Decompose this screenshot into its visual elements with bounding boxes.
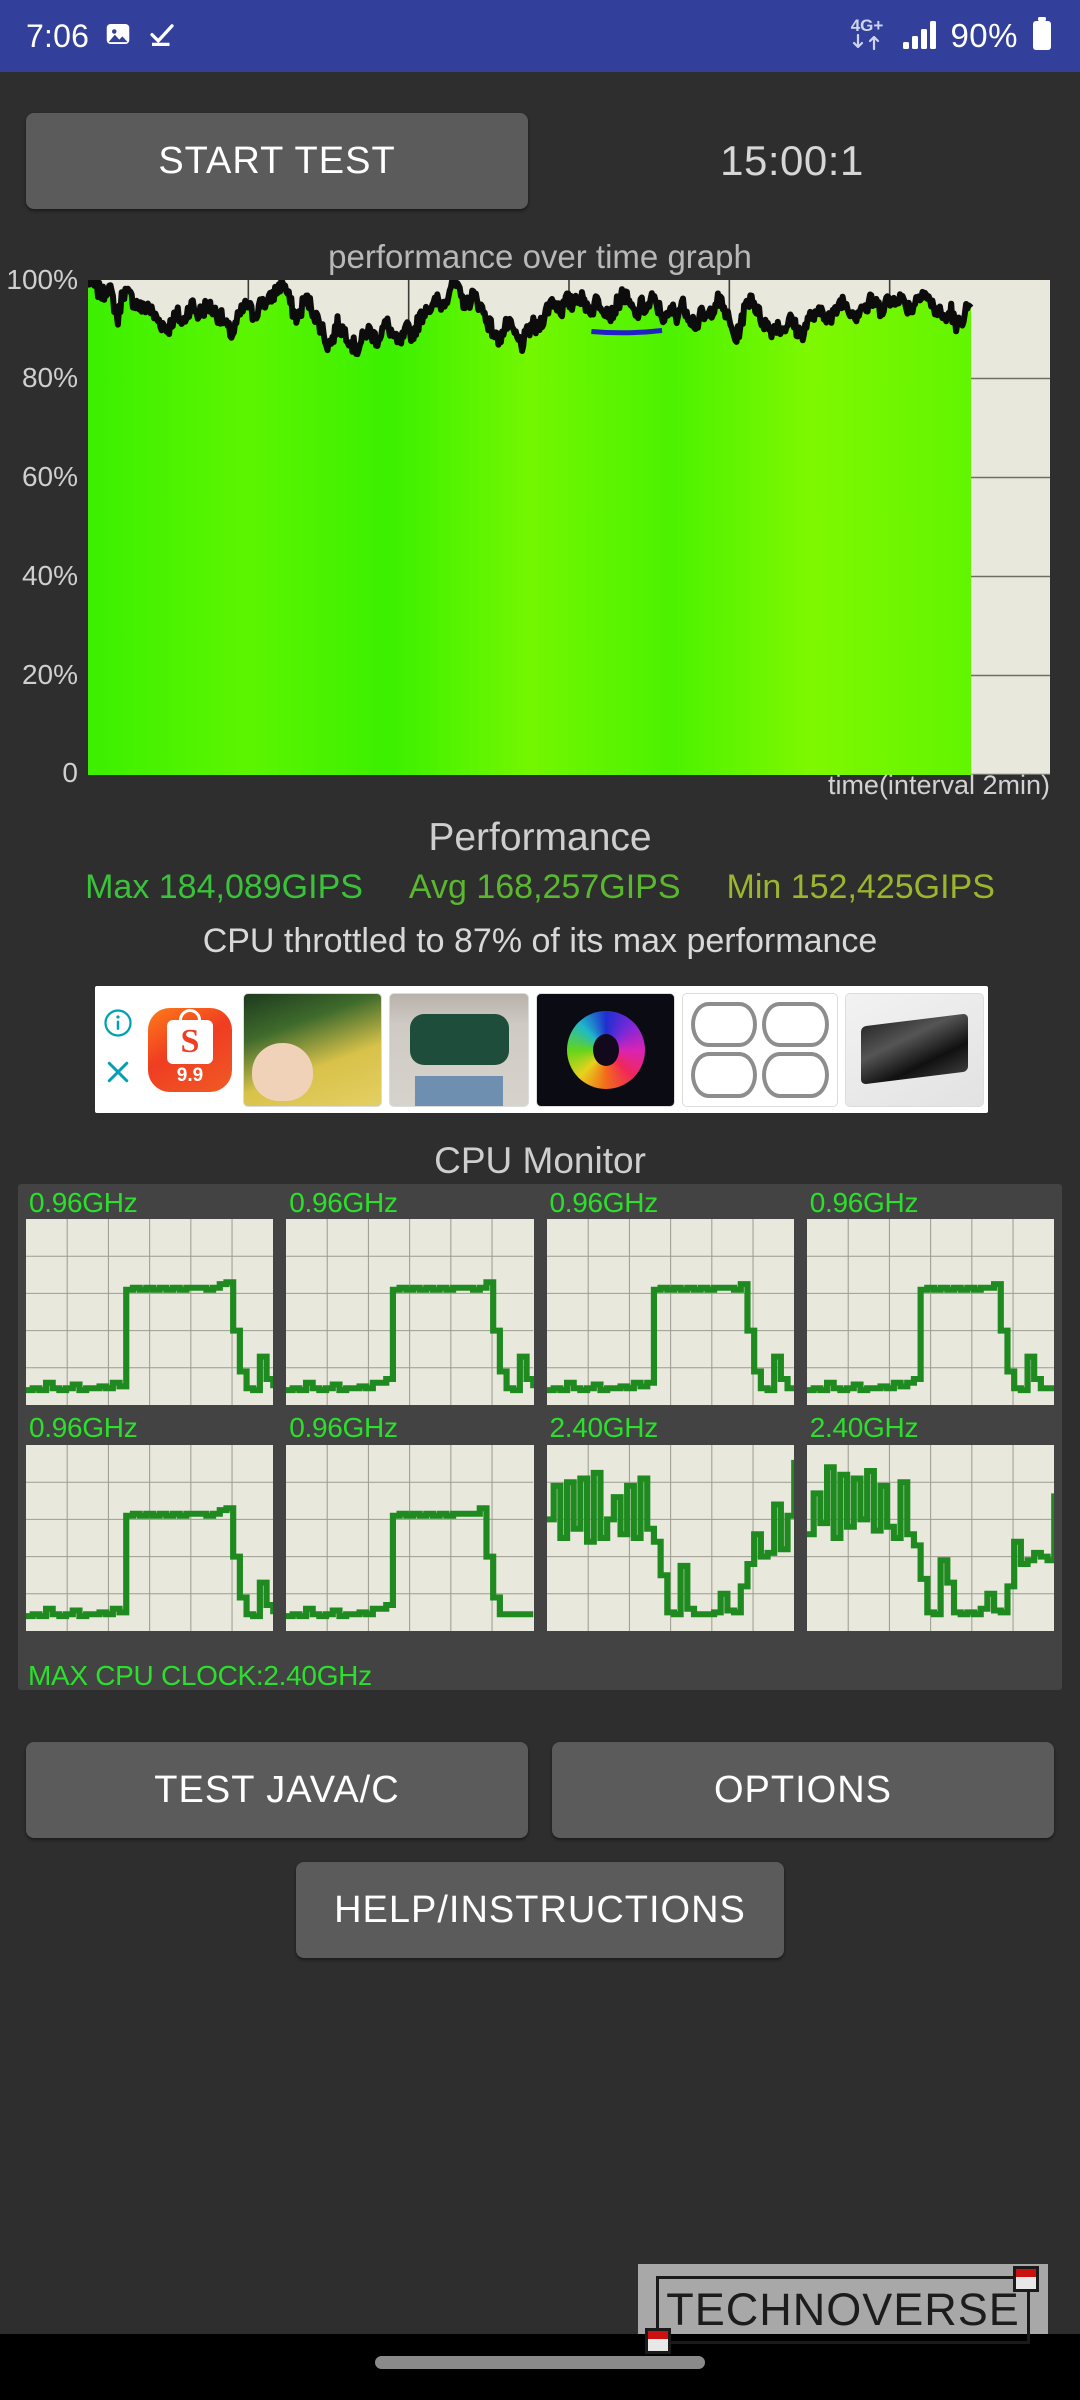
cpu-monitor-panel: 0.96GHz 0.96GHz 0.96GHz 0.96GHz 0.96GHz … [18,1184,1062,1691]
cpu-core-2-graph [286,1219,537,1406]
watermark: TECHNOVERSE [638,2264,1048,2356]
cpu-core-6-graph [286,1444,534,1631]
home-gesture-pill[interactable] [375,2356,705,2369]
countdown-timer: 15:00:1 [720,137,864,184]
download-complete-icon [147,19,177,54]
shopee-brand-letter: S [180,1023,200,1060]
max-gips-value: Max 184,089GIPS [85,868,363,906]
rgb-fan-icon [566,1010,645,1089]
clock: 7:06 [26,17,90,54]
cpu-core-3-frequency: 0.96GHz [549,1187,659,1218]
cpu-core-4-frequency: 0.96GHz [809,1187,919,1218]
y-tick-80: 80% [21,362,78,393]
test-java-c-button[interactable]: TEST JAVA/C [26,1742,528,1838]
throttle-status-text: CPU throttled to 87% of its max performa… [202,922,878,960]
y-tick-20: 20% [21,659,78,690]
image-icon [103,19,133,54]
battery-full-icon [1030,16,1054,57]
y-tick-100: 100% [6,264,78,295]
info-circle-icon[interactable] [103,1008,133,1043]
performance-over-time-graph: 100% 80% 60% 40% 20% 0 [0,264,1080,788]
x-axis-label: time(interval 2min) [827,770,1050,800]
cpu-core-grid-row-2: 0.96GHz 0.96GHz 2.40GHz 2.40GHz [26,1412,1058,1631]
close-x-icon[interactable] [103,1057,133,1092]
ad-controls [95,986,141,1113]
cpu-core-1: 0.96GHz [26,1187,277,1406]
ad-banner[interactable]: S 9.9 [95,986,988,1113]
cpu-core-2: 0.96GHz [286,1187,537,1406]
y-tick-60: 60% [21,461,78,492]
start-test-button[interactable]: START TEST [26,113,528,209]
ad-thumb-1[interactable] [243,992,383,1107]
signal-bars-icon [902,18,938,55]
ad-thumb-4[interactable] [682,992,838,1107]
advertiser-logo[interactable]: S 9.9 [141,986,239,1113]
ad-thumb-3[interactable] [535,992,676,1107]
cpu-core-8-frequency: 2.40GHz [809,1412,919,1444]
ad-thumb-5[interactable] [844,992,985,1107]
cpu-monitor-heading: CPU Monitor [434,1140,646,1181]
cpu-core-2-frequency: 0.96GHz [289,1187,398,1218]
cpu-core-3: 0.96GHz [546,1187,794,1406]
app-screen: 7:06 4G+ 90% START TEST 15:00:1 performa… [0,0,1080,2400]
cpu-core-3-graph [546,1219,794,1406]
earbud-pod-1 [691,1001,758,1047]
cpu-core-grid-row-1: 0.96GHz 0.96GHz 0.96GHz 0.96GHz [26,1187,1054,1406]
ad-thumb-2[interactable] [389,992,529,1107]
options-button[interactable]: OPTIONS [552,1742,1054,1838]
cpu-core-5-graph [26,1444,277,1631]
cpu-core-4-graph [806,1219,1054,1406]
graph-plot-area [85,277,1050,776]
earbud-pod-3 [691,1052,758,1098]
max-cpu-clock-label: MAX CPU CLOCK:2.40GHz [28,1660,372,1691]
earbud-pod-4 [762,1052,829,1098]
min-gips-value: Min 152,425GIPS [726,868,995,906]
cpu-core-7: 2.40GHz [546,1412,797,1631]
network-type-icon: 4G+ [844,12,890,61]
shopee-handle [179,1009,201,1023]
svg-text:4G+: 4G+ [851,16,884,35]
help-instructions-button[interactable]: HELP/INSTRUCTIONS [296,1862,784,1958]
y-axis-ticks: 100% 80% 60% 40% 20% 0 [0,264,78,788]
cpu-core-5: 0.96GHz [26,1412,277,1631]
earbud-pod-2 [762,1001,829,1047]
performance-stats-row: Max 184,089GIPS Avg 168,257GIPS Min 152,… [0,868,1080,907]
y-tick-0: 0 [62,757,78,788]
status-bar: 7:06 4G+ 90% [0,0,1080,72]
cpu-core-8-graph [806,1444,1058,1631]
cpu-core-7-graph [546,1444,797,1631]
cpu-core-1-frequency: 0.96GHz [29,1187,138,1218]
graph-title: performance over time graph [328,238,752,275]
cpu-core-8: 2.40GHz [806,1412,1058,1631]
watermark-text: TECHNOVERSE [666,2284,1020,2335]
y-tick-40: 40% [21,560,78,591]
status-bar-right: 4G+ 90% [844,12,1054,61]
cpu-core-7-frequency: 2.40GHz [549,1412,659,1444]
ad-thumbnail-strip[interactable] [239,986,988,1113]
battery-percent-label: 90% [950,17,1018,54]
performance-heading: Performance [428,816,652,859]
status-bar-left: 7:06 [26,18,177,55]
avg-gips-value: Avg 168,257GIPS [408,868,681,906]
cpu-core-1-graph [26,1219,277,1406]
cpu-core-5-frequency: 0.96GHz [29,1412,138,1444]
shopee-logo-icon: S 9.9 [148,1007,232,1092]
shopee-bag-icon: S [167,1009,213,1064]
shopee-badge-99: 9.9 [176,1065,204,1086]
cpu-core-4: 0.96GHz [806,1187,1054,1406]
cpu-core-6: 0.96GHz [286,1412,534,1631]
cpu-core-6-frequency: 0.96GHz [289,1412,398,1444]
